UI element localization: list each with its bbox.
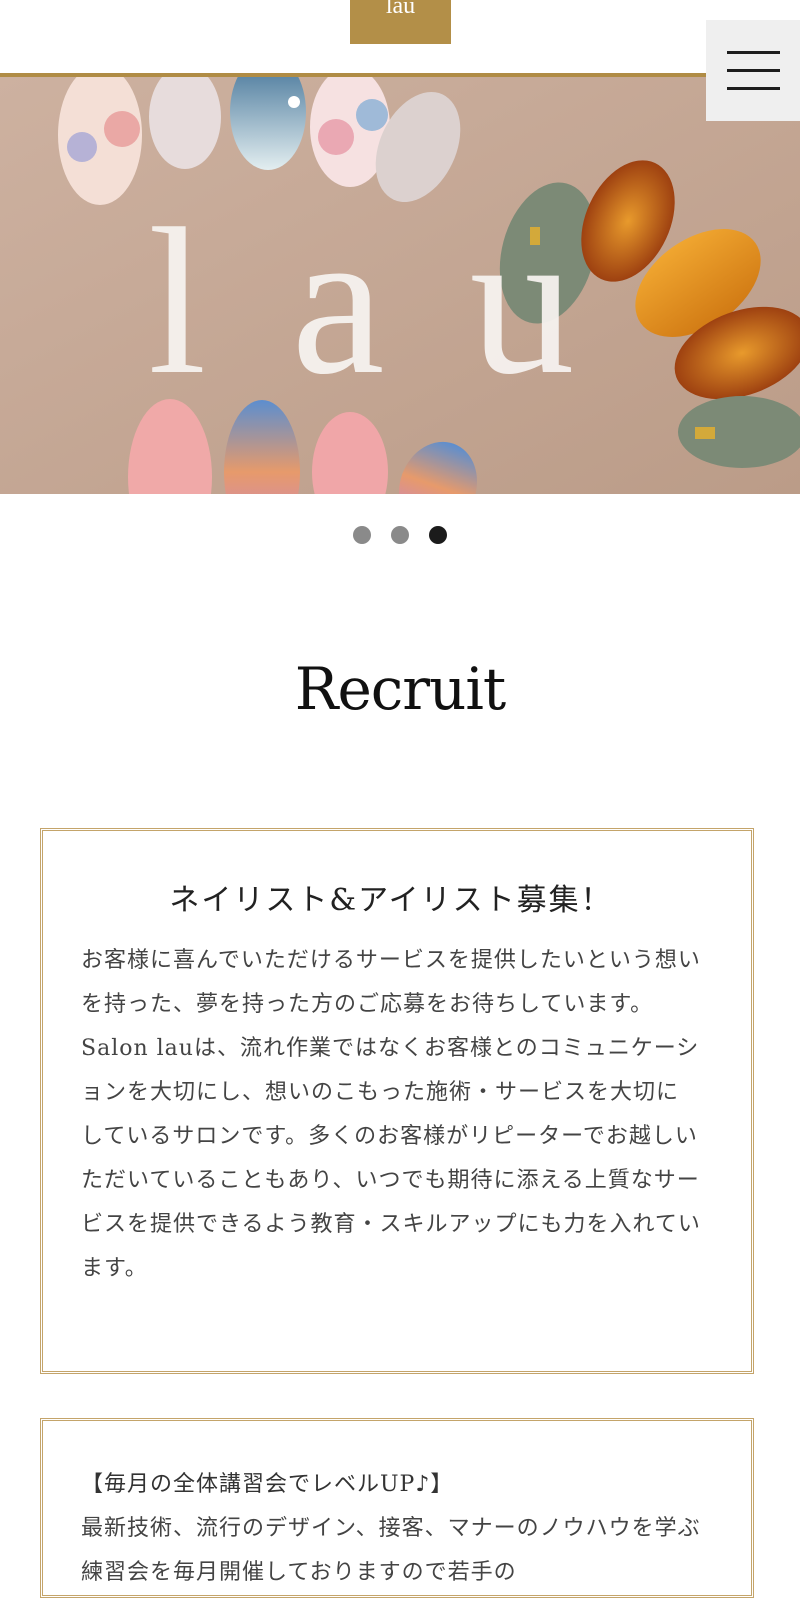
recruit-card: ネイリスト&アイリスト募集！ お客様に喜んでいただけるサービスを提供したいという… xyxy=(40,828,754,1374)
hamburger-icon xyxy=(727,51,780,54)
card-title: ネイリスト&アイリスト募集！ xyxy=(169,883,613,918)
nail-art-photo: lau xyxy=(0,77,800,494)
hero-image-text: lau xyxy=(148,186,660,418)
hamburger-icon-bar xyxy=(727,87,780,90)
card-heading: 【毎月の全体講習会でレベルUP♪】 xyxy=(81,1472,454,1497)
menu-button[interactable] xyxy=(706,20,800,121)
slider-dots xyxy=(0,526,800,548)
card-body: お客様に喜んでいただけるサービスを提供したいという想いを持った、夢を持った方のご… xyxy=(81,948,701,1281)
slider-dot-1[interactable] xyxy=(353,526,371,544)
logo-text: lau xyxy=(385,0,416,19)
training-card: 【毎月の全体講習会でレベルUP♪】 最新技術、流行のデザイン、接客、マナーのノウ… xyxy=(40,1418,754,1598)
section-title: Recruit xyxy=(294,655,506,723)
hero-image: lau xyxy=(0,77,800,494)
card-body: 最新技術、流行のデザイン、接客、マナーのノウハウを学ぶ練習会を毎月開催しておりま… xyxy=(81,1516,701,1585)
slider-dot-3[interactable] xyxy=(429,526,447,544)
hamburger-icon-bar xyxy=(727,69,780,72)
logo[interactable]: lau xyxy=(350,0,451,44)
slider-dot-2[interactable] xyxy=(391,526,409,544)
